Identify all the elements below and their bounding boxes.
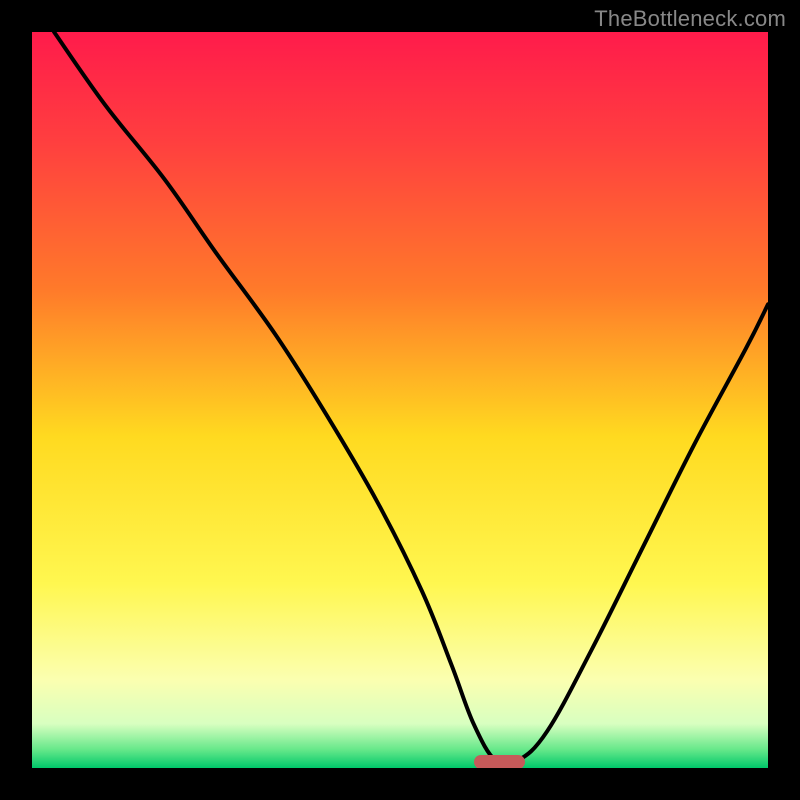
chart-container: TheBottleneck.com [0, 0, 800, 800]
watermark-text: TheBottleneck.com [594, 6, 786, 32]
background-gradient [32, 32, 768, 768]
optimal-range-marker [474, 755, 526, 768]
plot-area [32, 32, 768, 768]
